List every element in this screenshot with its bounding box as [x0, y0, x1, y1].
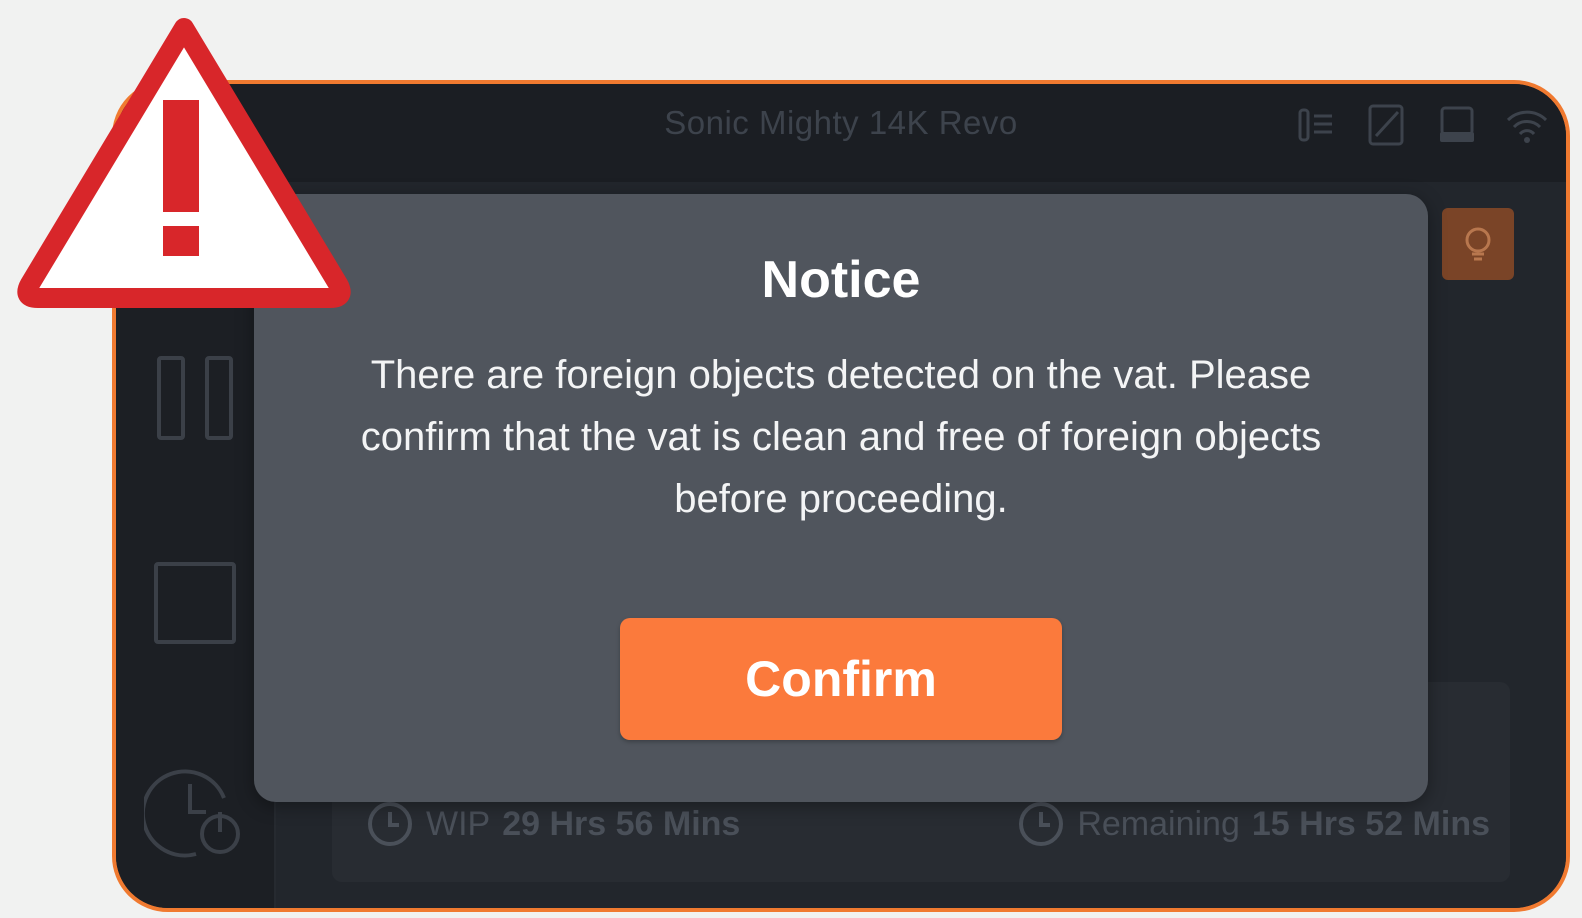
- plate-icon[interactable]: [1364, 102, 1410, 148]
- notice-dialog: Notice There are foreign objects detecte…: [254, 194, 1428, 802]
- clock-icon: [368, 802, 412, 846]
- timer-power-icon[interactable]: [144, 762, 244, 862]
- light-button[interactable]: [1442, 208, 1514, 280]
- screen: Sonic Mighty 14K Revo WIP 29 Hrs 56 Mins…: [0, 0, 1582, 918]
- dialog-title: Notice: [761, 251, 921, 309]
- wip-label: WIP: [426, 804, 491, 843]
- warning-triangle-icon: [17, 18, 351, 308]
- pause-icon: [157, 356, 185, 440]
- wip-value: 29 Hrs 56 Mins: [502, 804, 741, 843]
- remaining-value: 15 Hrs 52 Mins: [1251, 804, 1490, 843]
- remaining-stat: Remaining 15 Hrs 52 Mins: [1017, 800, 1490, 848]
- clock-icon: [1019, 802, 1064, 846]
- wifi-icon[interactable]: [1504, 102, 1550, 148]
- remaining-label: Remaining: [1077, 804, 1240, 843]
- bulb-icon: [1465, 227, 1491, 261]
- printer-icon[interactable]: [1434, 102, 1480, 148]
- pause-icon-bar: [205, 356, 233, 440]
- wip-stat: WIP 29 Hrs 56 Mins: [366, 800, 740, 848]
- stop-button[interactable]: [154, 562, 236, 644]
- pause-button[interactable]: [150, 356, 240, 446]
- confirm-button[interactable]: Confirm: [620, 618, 1062, 740]
- resin-level-icon[interactable]: [1294, 102, 1340, 148]
- dialog-message: There are foreign objects detected on th…: [360, 353, 1322, 521]
- status-icons: [1294, 102, 1550, 148]
